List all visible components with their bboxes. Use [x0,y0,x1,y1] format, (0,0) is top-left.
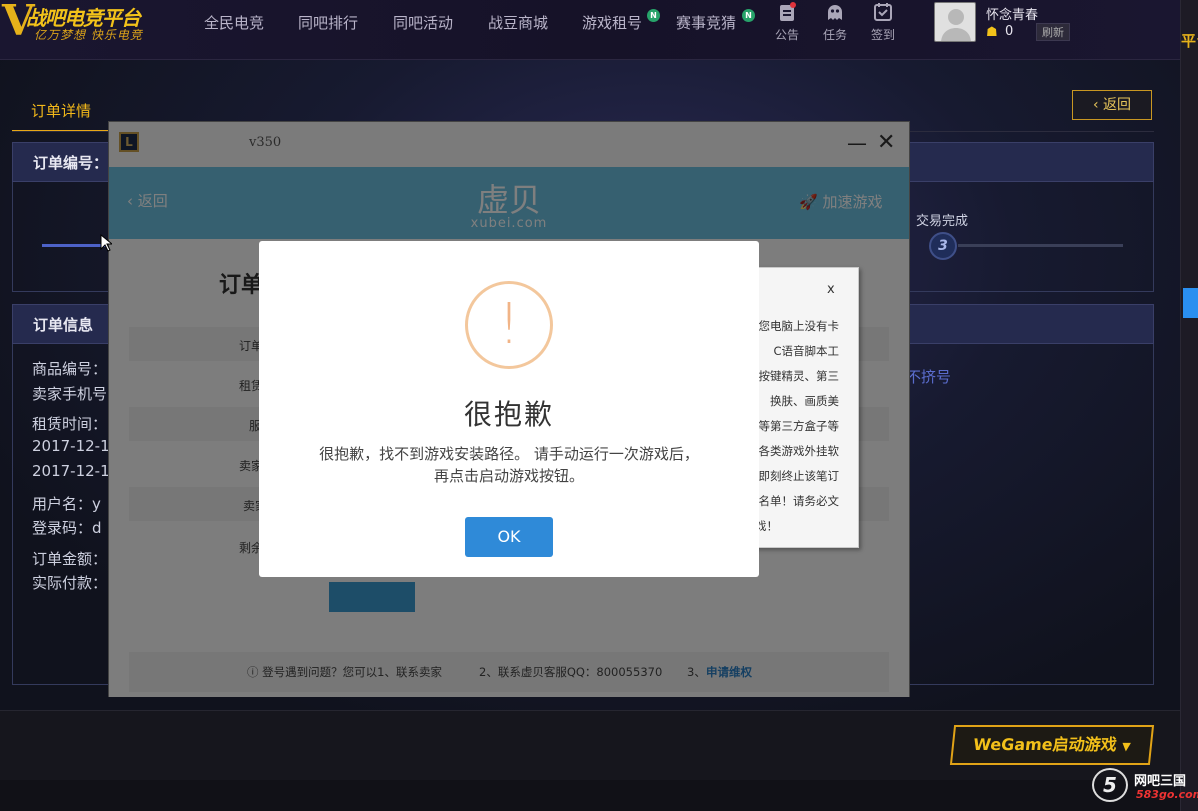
wegame-launch-button[interactable]: WeGame启动游戏 ▼ [949,725,1155,765]
wegame-launch-label: WeGame启动游戏 [972,735,1118,754]
progress-line-done [42,244,108,247]
info-item-no: 商品编号： [32,360,108,378]
edge-scroll-tab[interactable] [1183,288,1198,318]
watermark-site-name: 网吧三国 [1134,774,1187,789]
info-rent-end: 2017-12-1 [32,462,110,480]
ghost-task-icon [820,2,850,27]
caret-down-icon: ▼ [1121,740,1132,753]
nav-item-rent[interactable]: 游戏租号 [582,12,642,33]
footer-strip [0,780,1180,811]
progress-line-pending [958,244,1123,247]
coin-count: 0 [1005,24,1014,39]
top-nav-bar: V 战吧电竞平台 亿万梦想 快乐电竞 全民电竞 同吧排行 同吧活动 战豆商城 游… [0,0,1180,60]
tab-order-detail[interactable]: 订单详情 [12,92,110,132]
step-done-label: 交易完成 [916,214,969,229]
calendar-check-icon [868,2,898,27]
tool-label-task: 任务 [822,28,847,42]
dialog-title: 很抱歉 [463,398,554,431]
coin-icon: ☗ [986,25,998,40]
nav-item-ranking[interactable]: 同吧排行 [298,12,358,33]
new-badge: N [742,9,755,22]
username[interactable]: 怀念青春 [986,4,1038,23]
warning-icon: ! [465,281,553,369]
checkin-button[interactable] [868,2,898,27]
watermark-logo-icon: 5 [1092,768,1128,802]
page-back-label: 返回 [1103,97,1132,113]
page-back-button[interactable]: ‹ 返回 [1072,90,1152,120]
tool-label-announcement: 公告 [774,28,799,42]
nav-item-quanmin[interactable]: 全民电竞 [204,12,264,33]
nav-item-activity[interactable]: 同吧活动 [393,12,453,33]
tool-label-checkin: 签到 [870,28,895,42]
dialog-message-line1: 很抱歉，找不到游戏安装路径。 请手动运行一次游戏后， [319,445,699,463]
step-3-badge: 3 [929,232,957,260]
task-button[interactable] [820,2,850,27]
info-rent-start: 2017-12-1 [32,437,110,455]
info-seller-phone: 卖家手机号 [32,385,108,403]
popup-close-icon[interactable]: x [827,282,835,297]
new-badge: N [647,9,660,22]
edge-label: 平台 [1181,32,1198,50]
info-order-amount: 订单金额： [32,550,108,568]
right-edge-panel: 平台 [1180,0,1198,811]
announcement-icon [772,2,802,27]
info-login-code: 登录码：d [32,519,102,537]
ok-button[interactable]: OK [465,517,553,557]
watermark-site-url: 583go.com [1136,788,1198,801]
chevron-left-icon: ‹ [1092,97,1104,113]
logo-subtitle: 亿万梦想 快乐电竞 [34,28,143,42]
error-dialog: ! 很抱歉 很抱歉，找不到游戏安装路径。 请手动运行一次游戏后， 再点击启动游戏… [259,241,759,577]
mouse-cursor-icon [100,233,114,256]
order-number-label: 订单编号： [33,154,109,172]
info-rent-time: 租赁时间： [32,415,108,433]
nav-item-shop[interactable]: 战豆商城 [488,12,548,33]
info-username: 用户名：y [32,495,101,513]
avatar[interactable] [934,2,976,42]
refresh-button[interactable]: 刷新 [1036,23,1070,41]
no-kick-link[interactable]: 不挤号 [906,366,951,387]
dialog-message-line2: 再点击启动游戏按钮。 [433,467,584,485]
nav-item-betting[interactable]: 赛事竞猜 [676,12,736,33]
announcement-button[interactable] [772,2,802,27]
info-paid-amount: 实际付款： [32,574,108,592]
dialog-message: 很抱歉，找不到游戏安装路径。 请手动运行一次游戏后， 再点击启动游戏按钮。 [279,443,739,487]
